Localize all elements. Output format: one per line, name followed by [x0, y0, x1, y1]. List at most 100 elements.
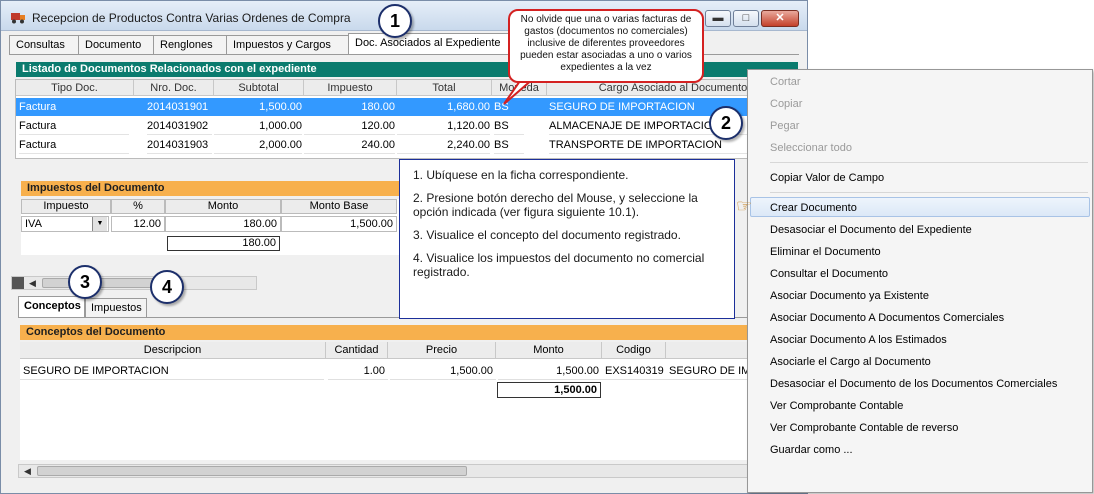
cell-total: 2,240.00 [397, 136, 490, 154]
close-icon: ✕ [775, 12, 785, 24]
col-porcentaje[interactable]: % [111, 199, 165, 214]
callout-2: 2 [709, 106, 743, 140]
tax-base-field[interactable]: 1,500.00 [281, 216, 397, 232]
maximize-icon: □ [742, 12, 750, 24]
menu-item-ver-comprobante-reverso[interactable]: Ver Comprobante Contable de reverso [770, 418, 958, 438]
app-truck-icon [11, 13, 25, 24]
col-total[interactable]: Total [397, 80, 492, 96]
scroll-thumb[interactable] [37, 466, 467, 476]
scroll-left-icon[interactable]: ◀ [21, 465, 34, 477]
menu-item-eliminar[interactable]: Eliminar el Documento [770, 242, 881, 262]
window-title: Recepcion de Productos Contra Varias Ord… [32, 11, 351, 25]
menu-item-asociar-comerciales[interactable]: Asociar Documento A Documentos Comercial… [770, 308, 1004, 328]
cell-moneda: BS [494, 117, 524, 135]
tab-doc-asociados[interactable]: Doc. Asociados al Expediente [348, 33, 518, 54]
col-monto[interactable]: Monto [165, 199, 281, 214]
col-cantidad[interactable]: Cantidad [326, 342, 388, 359]
concept-precio[interactable]: 1,500.00 [390, 363, 496, 380]
concepts-hscrollbar[interactable]: ◀ [18, 464, 798, 478]
col-monto-base[interactable]: Monto Base [281, 199, 397, 214]
taxes-grid: Impuesto % Monto Monto Base IVA ▼ 12.00 … [21, 199, 401, 255]
documents-grid: Tipo Doc. Nro. Doc. Subtotal Impuesto To… [15, 79, 799, 159]
instruction-step-3: 3. Visualice el concepto del documento r… [413, 228, 681, 242]
minimize-icon: ▬ [712, 12, 724, 24]
note-bubble: No olvide que una o varias facturas de g… [508, 9, 704, 83]
concept-codigo[interactable]: EXS140319 [602, 363, 666, 380]
tab-renglones[interactable]: Renglones [153, 35, 227, 54]
menu-item-pegar: Pegar [770, 120, 800, 132]
table-row[interactable]: Factura 2014031903 2,000.00 240.00 2,240… [16, 136, 798, 154]
menu-item-asociar-cargo[interactable]: Asociarle el Cargo al Documento [770, 352, 931, 372]
menu-item-ver-comprobante[interactable]: Ver Comprobante Contable [770, 396, 903, 416]
pointing-hand-icon: ☞ [736, 196, 753, 216]
cell-impuesto: 240.00 [304, 136, 395, 154]
scroll-left-icon[interactable]: ◀ [26, 277, 39, 289]
tax-amount-field[interactable]: 180.00 [165, 216, 281, 232]
menu-item-guardar-como[interactable]: Guardar como ... [770, 440, 853, 460]
taxes-hscrollbar[interactable]: ◀ [11, 276, 257, 290]
cell-nro: 2014031901 [147, 101, 209, 113]
chevron-down-icon[interactable]: ▼ [92, 217, 107, 231]
table-row[interactable]: Factura 2014031902 1,000.00 120.00 1,120… [16, 117, 798, 135]
menu-item-asociar-existente[interactable]: Asociar Documento ya Existente [770, 286, 929, 306]
callout-4: 4 [150, 270, 184, 304]
menu-item-copiar: Copiar [770, 98, 803, 110]
menu-item-consultar[interactable]: Consultar el Documento [770, 264, 888, 284]
cell-subtotal: 1,500.00 [259, 101, 302, 113]
cell-tipo: Factura [19, 101, 57, 113]
instruction-step-4: 4. Visualice los impuestos del documento… [413, 251, 705, 279]
tab-documento[interactable]: Documento [78, 35, 154, 54]
table-row[interactable]: Factura 2014031901 1,500.00 180.00 1,680… [16, 98, 798, 116]
menu-separator [770, 192, 1088, 193]
tab-impuestos-y-cargos[interactable]: Impuestos y Cargos [226, 35, 349, 54]
col-monto[interactable]: Monto [496, 342, 602, 359]
scroll-thumb[interactable] [42, 278, 162, 288]
col-descripcion[interactable]: Descripcion [20, 342, 326, 359]
cell-impuesto: 120.00 [304, 117, 395, 135]
col-tipo-doc[interactable]: Tipo Doc. [16, 80, 134, 96]
menu-item-desasociar-comerciales[interactable]: Desasociar el Documento de los Documento… [770, 374, 1057, 394]
cell-tipo: Factura [19, 117, 129, 135]
tab-impuestos[interactable]: Impuestos [85, 298, 147, 317]
concepts-grid: Descripcion Cantidad Precio Monto Codigo… [20, 342, 798, 460]
close-button[interactable]: ✕ [761, 10, 799, 27]
menu-item-crear-documento[interactable]: Crear Documento [770, 198, 857, 218]
tab-consultas[interactable]: Consultas [9, 35, 79, 54]
menu-separator [770, 162, 1088, 163]
cell-impuesto: 180.00 [361, 101, 395, 113]
cell-nro: 2014031903 [147, 136, 212, 154]
col-precio[interactable]: Precio [388, 342, 496, 359]
menu-item-desasociar-expediente[interactable]: Desasociar el Documento del Expediente [770, 220, 972, 240]
col-impuesto[interactable]: Impuesto [304, 80, 397, 96]
menu-item-asociar-estimados[interactable]: Asociar Documento A los Estimados [770, 330, 947, 350]
col-impuesto[interactable]: Impuesto [21, 199, 111, 214]
cell-tipo: Factura [19, 136, 129, 154]
col-subtotal[interactable]: Subtotal [214, 80, 304, 96]
cell-moneda: BS [494, 136, 524, 154]
menu-item-copiar-valor[interactable]: Copiar Valor de Campo [770, 168, 884, 188]
concept-monto[interactable]: 1,500.00 [498, 363, 602, 380]
cell-total: 1,120.00 [397, 117, 490, 135]
instruction-step-1: 1. Ubíquese en la ficha correspondiente. [413, 168, 629, 182]
minimize-button[interactable]: ▬ [705, 10, 731, 27]
menu-item-cortar: Cortar [770, 76, 801, 88]
concept-descripcion[interactable]: SEGURO DE IMPORTACION [20, 363, 324, 380]
scroll-marker [12, 277, 24, 289]
tab-conceptos[interactable]: Conceptos [18, 296, 85, 317]
maximize-button[interactable]: □ [733, 10, 759, 27]
cell-nro: 2014031902 [147, 117, 212, 135]
taxes-section-title: Impuestos del Documento [21, 181, 401, 196]
context-menu: Cortar Copiar Pegar Seleccionar todo Cop… [747, 69, 1093, 493]
instruction-step-2: 2. Presione botón derecho del Mouse, y s… [413, 191, 698, 219]
tax-percent-field[interactable]: 12.00 [111, 216, 165, 232]
col-nro-doc[interactable]: Nro. Doc. [134, 80, 214, 96]
menu-item-seleccionar-todo: Seleccionar todo [770, 142, 852, 154]
concepts-total: 1,500.00 [497, 382, 601, 398]
concept-cantidad[interactable]: 1.00 [328, 363, 388, 380]
col-codigo[interactable]: Codigo [602, 342, 666, 359]
callout-1: 1 [378, 4, 412, 38]
tax-total: 180.00 [167, 236, 280, 251]
tax-type-value: IVA [25, 218, 42, 230]
concepts-section-title: Conceptos del Documento [20, 325, 798, 340]
cell-subtotal: 2,000.00 [214, 136, 302, 154]
